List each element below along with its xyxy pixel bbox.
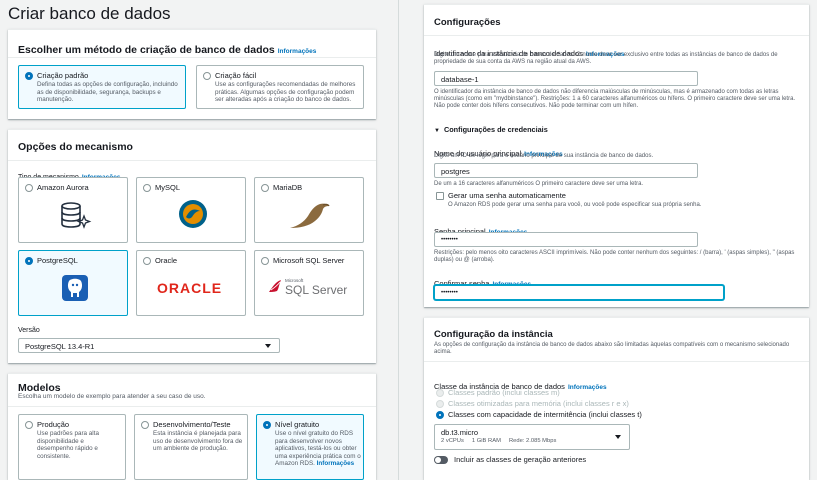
- engine-option-oracle[interactable]: Oracle ORACLE: [136, 250, 246, 316]
- credentials-toggle[interactable]: ▼ Configurações de credenciais: [434, 125, 548, 134]
- engine-sqlserver-name: Microsoft SQL Server: [273, 256, 345, 265]
- method-easy-radio[interactable]: [203, 72, 211, 80]
- creation-method-heading: Escolher um método de criação de banco d…: [18, 44, 275, 56]
- models-card: Modelos Escolha um modelo de exemplo par…: [8, 373, 376, 480]
- oracle-logo: ORACLE: [157, 280, 223, 296]
- username-input[interactable]: postgres: [434, 163, 698, 178]
- engine-option-aurora[interactable]: Amazon Aurora: [18, 177, 128, 243]
- version-label: Versão: [18, 327, 40, 334]
- model-production-radio[interactable]: [25, 421, 33, 429]
- method-option-standard[interactable]: Criação padrão Defina todas as opções de…: [18, 65, 186, 109]
- instance-class-select[interactable]: db.t3.micro 2 vCPUs 1 GiB RAM Rede: 2.08…: [434, 424, 630, 450]
- page-title: Criar banco de dados: [8, 4, 171, 23]
- model-devtest-radio[interactable]: [141, 421, 149, 429]
- instance-config-card: Configuração da instância As opções de c…: [424, 317, 809, 480]
- models-desc: Escolha um modelo de exemplo para atende…: [18, 393, 206, 400]
- class-standard-label: Classes padrão (inclui classes m): [448, 388, 560, 397]
- instance-class-info-link[interactable]: Informações: [568, 384, 607, 391]
- method-easy-name: Criação fácil: [215, 71, 257, 80]
- confirm-password-input[interactable]: ••••••••: [434, 285, 724, 300]
- class-burstable-radio[interactable]: [436, 411, 444, 419]
- class-standard-radio[interactable]: [436, 389, 444, 397]
- model-production-desc: Use padrões para alta disponibilidade e …: [37, 430, 99, 460]
- chevron-down-icon: [265, 344, 271, 348]
- previous-generation-toggle[interactable]: [434, 456, 448, 464]
- chevron-down-icon: [615, 435, 621, 439]
- autogen-password-checkbox[interactable]: [436, 192, 444, 200]
- sqlserver-icon: [269, 280, 281, 292]
- instance-class-detail: 2 vCPUs 1 GiB RAM Rede: 2.085 Mbps: [441, 438, 557, 444]
- settings-heading: Configurações: [434, 17, 501, 28]
- engine-heading: Opções do mecanismo: [18, 141, 133, 153]
- pane-divider: [398, 0, 399, 480]
- aurora-icon: [61, 202, 92, 229]
- engine-option-mysql[interactable]: MySQL: [136, 177, 246, 243]
- autogen-password-label: Gerar uma senha automaticamente: [448, 191, 566, 200]
- model-option-devtest[interactable]: Desenvolvimento/Teste Esta instância é p…: [134, 414, 248, 480]
- sqlserver-logo: SQL Server: [285, 283, 348, 297]
- method-standard-name: Criação padrão: [37, 71, 89, 80]
- creation-method-card: Escolher um método de criação de banco d…: [8, 29, 376, 119]
- previous-generation-label: Incluir as classes de geração anteriores: [454, 455, 587, 464]
- instance-class-value: db.t3.micro: [441, 428, 479, 437]
- engine-postgresql-radio[interactable]: [25, 257, 33, 265]
- engine-mariadb-name: MariaDB: [273, 183, 303, 192]
- version-select[interactable]: PostgreSQL 13.4-R1: [18, 338, 280, 353]
- model-option-freetier[interactable]: Nível gratuito Use o nível gratuito do R…: [256, 414, 364, 480]
- credentials-heading: Configurações de credenciais: [443, 125, 548, 134]
- engine-options-card: Opções do mecanismo Tipo de mecanismoInf…: [8, 129, 376, 363]
- instance-id-help: O identificador da instância de banco de…: [434, 89, 796, 109]
- autogen-password-desc: O Amazon RDS pode gerar uma senha para v…: [448, 202, 702, 208]
- right-pane: Configurações Identificador da instância…: [410, 0, 817, 480]
- mysql-icon: [179, 200, 207, 228]
- model-freetier-radio[interactable]: [263, 421, 271, 429]
- username-desc: Digite um ID de login para o usuário pri…: [434, 153, 654, 159]
- engine-aurora-name: Amazon Aurora: [37, 183, 89, 192]
- password-input[interactable]: ••••••••: [434, 232, 698, 247]
- method-standard-desc: Defina todas as opções de configuração, …: [37, 81, 178, 104]
- password-help: Restrições: pelo menos oito caracteres A…: [434, 250, 795, 263]
- method-easy-desc: Use as configurações recomendadas de mel…: [215, 81, 356, 104]
- engine-option-postgresql[interactable]: PostgreSQL: [18, 250, 128, 316]
- postgresql-icon: [62, 275, 88, 301]
- rds-create-database-screen: Criar banco de dados Escolher um método …: [0, 0, 817, 480]
- engine-option-mariadb[interactable]: MariaDB: [254, 177, 364, 243]
- engine-postgresql-name: PostgreSQL: [37, 256, 78, 265]
- engine-mariadb-radio[interactable]: [261, 184, 269, 192]
- instance-id-input[interactable]: database-1: [434, 71, 698, 86]
- engine-mysql-name: MySQL: [155, 183, 181, 192]
- method-standard-radio[interactable]: [25, 72, 33, 80]
- engine-mysql-radio[interactable]: [143, 184, 151, 192]
- class-memory-label: Classes otimizadas para memória (inclui …: [448, 399, 629, 408]
- engine-sqlserver-radio[interactable]: [261, 257, 269, 265]
- engine-oracle-radio[interactable]: [143, 257, 151, 265]
- instance-id-desc: Digite um nome para a instância de banco…: [434, 52, 778, 65]
- model-freetier-info-link[interactable]: Informações: [317, 460, 354, 467]
- model-freetier-name: Nível gratuito: [275, 420, 320, 429]
- settings-card: Configurações Identificador da instância…: [424, 4, 809, 307]
- creation-method-info-link[interactable]: Informações: [278, 48, 317, 55]
- model-devtest-desc: Esta instância é planejada para uso de d…: [153, 430, 243, 453]
- class-memory-radio[interactable]: [436, 400, 444, 408]
- caret-down-icon: ▼: [434, 128, 440, 134]
- mariadb-icon: [290, 203, 330, 228]
- username-help: De um a 16 caracteres alfanuméricos O pr…: [434, 181, 644, 187]
- method-option-easy[interactable]: Criação fácil Use as configurações recom…: [196, 65, 364, 109]
- instance-config-heading: Configuração da instância: [434, 329, 553, 340]
- class-burstable-label: Classes com capacidade de intermitência …: [448, 410, 642, 419]
- instance-config-desc: As opções de configuração da instância d…: [434, 342, 790, 355]
- model-option-production[interactable]: Produção Use padrões para alta disponibi…: [18, 414, 126, 480]
- version-select-value: PostgreSQL 13.4-R1: [25, 342, 95, 351]
- engine-aurora-radio[interactable]: [25, 184, 33, 192]
- model-production-name: Produção: [37, 420, 70, 429]
- engine-oracle-name: Oracle: [155, 256, 178, 265]
- engine-option-sqlserver[interactable]: Microsoft SQL Server Microsoft SQL Serve…: [254, 250, 364, 316]
- model-devtest-name: Desenvolvimento/Teste: [153, 420, 231, 429]
- left-pane: Criar banco de dados Escolher um método …: [0, 0, 384, 480]
